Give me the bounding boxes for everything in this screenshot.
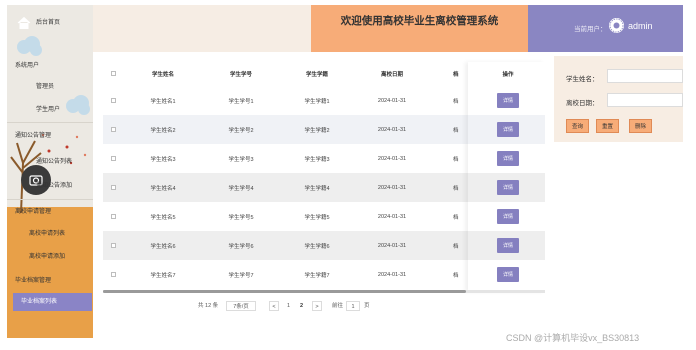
row-checkbox[interactable]: [111, 214, 116, 219]
leave-date-input[interactable]: [607, 93, 683, 107]
cloud-decoration: [17, 36, 42, 56]
leave-date-label: 离校日期：: [566, 100, 599, 107]
cell-name: 学生姓名3: [150, 156, 176, 163]
sidebar-item-notice-add[interactable]: 通知公告添加: [7, 177, 93, 195]
sidebar-item-student-users[interactable]: 学生用户: [7, 101, 93, 119]
sidebar-group-system-users[interactable]: 系统用户: [7, 57, 93, 75]
sidebar-item-home[interactable]: 后台首页: [7, 14, 93, 32]
sidebar-item-archive-list[interactable]: 毕业档案列表: [13, 293, 92, 311]
cell-status: 学生学籍1: [304, 98, 330, 105]
cell-student-id: 学生学号2: [228, 127, 254, 134]
cell-status: 学生学籍6: [304, 243, 330, 250]
student-name-input[interactable]: [607, 69, 683, 83]
current-user-label: 当前用户：: [574, 26, 607, 33]
sidebar-item-notice-list[interactable]: 通知公告列表: [7, 153, 93, 171]
page-number-current[interactable]: 2: [300, 301, 303, 311]
cell-student-id: 学生学号4: [228, 185, 254, 192]
sidebar-group-archives[interactable]: 毕业档案管理: [7, 272, 93, 290]
sidebar-divider: [7, 199, 93, 200]
fixed-actions-column: [468, 62, 545, 292]
cell-archive: 档: [453, 127, 459, 134]
cell-leave-date: 2024-01-31: [377, 97, 407, 104]
cell-archive: 档: [453, 156, 459, 163]
column-header-student-id[interactable]: 学生学号: [206, 62, 276, 86]
select-all-checkbox[interactable]: [111, 71, 116, 76]
sidebar-item-leave-list[interactable]: 离校申请列表: [7, 225, 93, 243]
cell-archive: 档: [453, 243, 459, 250]
row-checkbox[interactable]: [111, 243, 116, 248]
cell-student-id: 学生学号6: [228, 243, 254, 250]
cell-archive: 档: [453, 185, 459, 192]
sidebar-item-admin[interactable]: 管理员: [7, 78, 93, 96]
avatar-icon[interactable]: [609, 18, 624, 33]
row-checkbox[interactable]: [111, 272, 116, 277]
cell-name: 学生姓名4: [150, 185, 176, 192]
cell-status: 学生学籍2: [304, 127, 330, 134]
pagination-total: 共 12 条: [198, 303, 219, 309]
cell-name: 学生姓名2: [150, 127, 176, 134]
sidebar-item-leave-add[interactable]: 离校申请添加: [7, 248, 93, 266]
goto-label: 前往: [332, 303, 344, 309]
watermark: CSDN @计算机毕设vx_BS30813: [506, 333, 640, 343]
cell-archive: 档: [453, 214, 459, 221]
cell-name: 学生姓名6: [150, 243, 176, 250]
column-header-leave-date[interactable]: 离校日期: [357, 62, 427, 86]
page-unit-label: 页: [364, 303, 370, 309]
cell-status: 学生学籍7: [304, 272, 330, 279]
cell-student-id: 学生学号7: [228, 272, 254, 279]
cell-name: 学生姓名7: [150, 272, 176, 279]
goto-page-input[interactable]: 1: [346, 301, 360, 311]
cell-leave-date: 2024-01-31: [377, 271, 407, 278]
cell-leave-date: 2024-01-31: [377, 155, 407, 162]
horizontal-scrollbar[interactable]: [103, 290, 545, 293]
cell-status: 学生学籍3: [304, 156, 330, 163]
page-title: 欢迎使用高校毕业生离校管理系统: [340, 15, 499, 27]
reset-button[interactable]: 重置: [596, 119, 619, 133]
cell-status: 学生学籍4: [304, 185, 330, 192]
delete-button[interactable]: 删除: [629, 119, 652, 133]
column-header-status[interactable]: 学生学籍: [282, 62, 352, 86]
cell-student-id: 学生学号5: [228, 214, 254, 221]
cell-leave-date: 2024-01-31: [377, 242, 407, 249]
row-checkbox[interactable]: [111, 185, 116, 190]
page-size-select[interactable]: 7条/页: [226, 301, 256, 311]
cell-leave-date: 2024-01-31: [377, 213, 407, 220]
column-header-name[interactable]: 学生姓名: [128, 62, 198, 86]
next-page-button[interactable]: >: [312, 301, 322, 311]
query-button[interactable]: 查询: [566, 119, 589, 133]
cell-student-id: 学生学号3: [228, 156, 254, 163]
cell-name: 学生姓名5: [150, 214, 176, 221]
cell-leave-date: 2024-01-31: [377, 184, 407, 191]
cell-archive: 档: [453, 272, 459, 279]
row-checkbox[interactable]: [111, 156, 116, 161]
cell-archive: 档: [453, 98, 459, 105]
cell-name: 学生姓名1: [150, 98, 176, 105]
sidebar-group-notices[interactable]: 通知公告管理: [7, 127, 93, 145]
page-number[interactable]: 1: [287, 301, 290, 311]
sidebar-group-leave-apply[interactable]: 离校申请管理: [7, 203, 93, 221]
sidebar-divider: [7, 122, 93, 123]
scrollbar-thumb[interactable]: [103, 290, 466, 293]
student-name-label: 学生姓名：: [566, 76, 599, 83]
current-user-name[interactable]: admin: [628, 21, 653, 31]
row-checkbox[interactable]: [111, 127, 116, 132]
cell-status: 学生学籍5: [304, 214, 330, 221]
cell-student-id: 学生学号1: [228, 98, 254, 105]
prev-page-button[interactable]: <: [269, 301, 279, 311]
sidebar: 后台首页 系统用户 管理员 学生用户 通知公告管理 通知公告列表 通知公告添加 …: [7, 5, 93, 338]
row-checkbox[interactable]: [111, 98, 116, 103]
column-header-archive[interactable]: 档: [453, 62, 469, 86]
cell-leave-date: 2024-01-31: [377, 126, 407, 133]
